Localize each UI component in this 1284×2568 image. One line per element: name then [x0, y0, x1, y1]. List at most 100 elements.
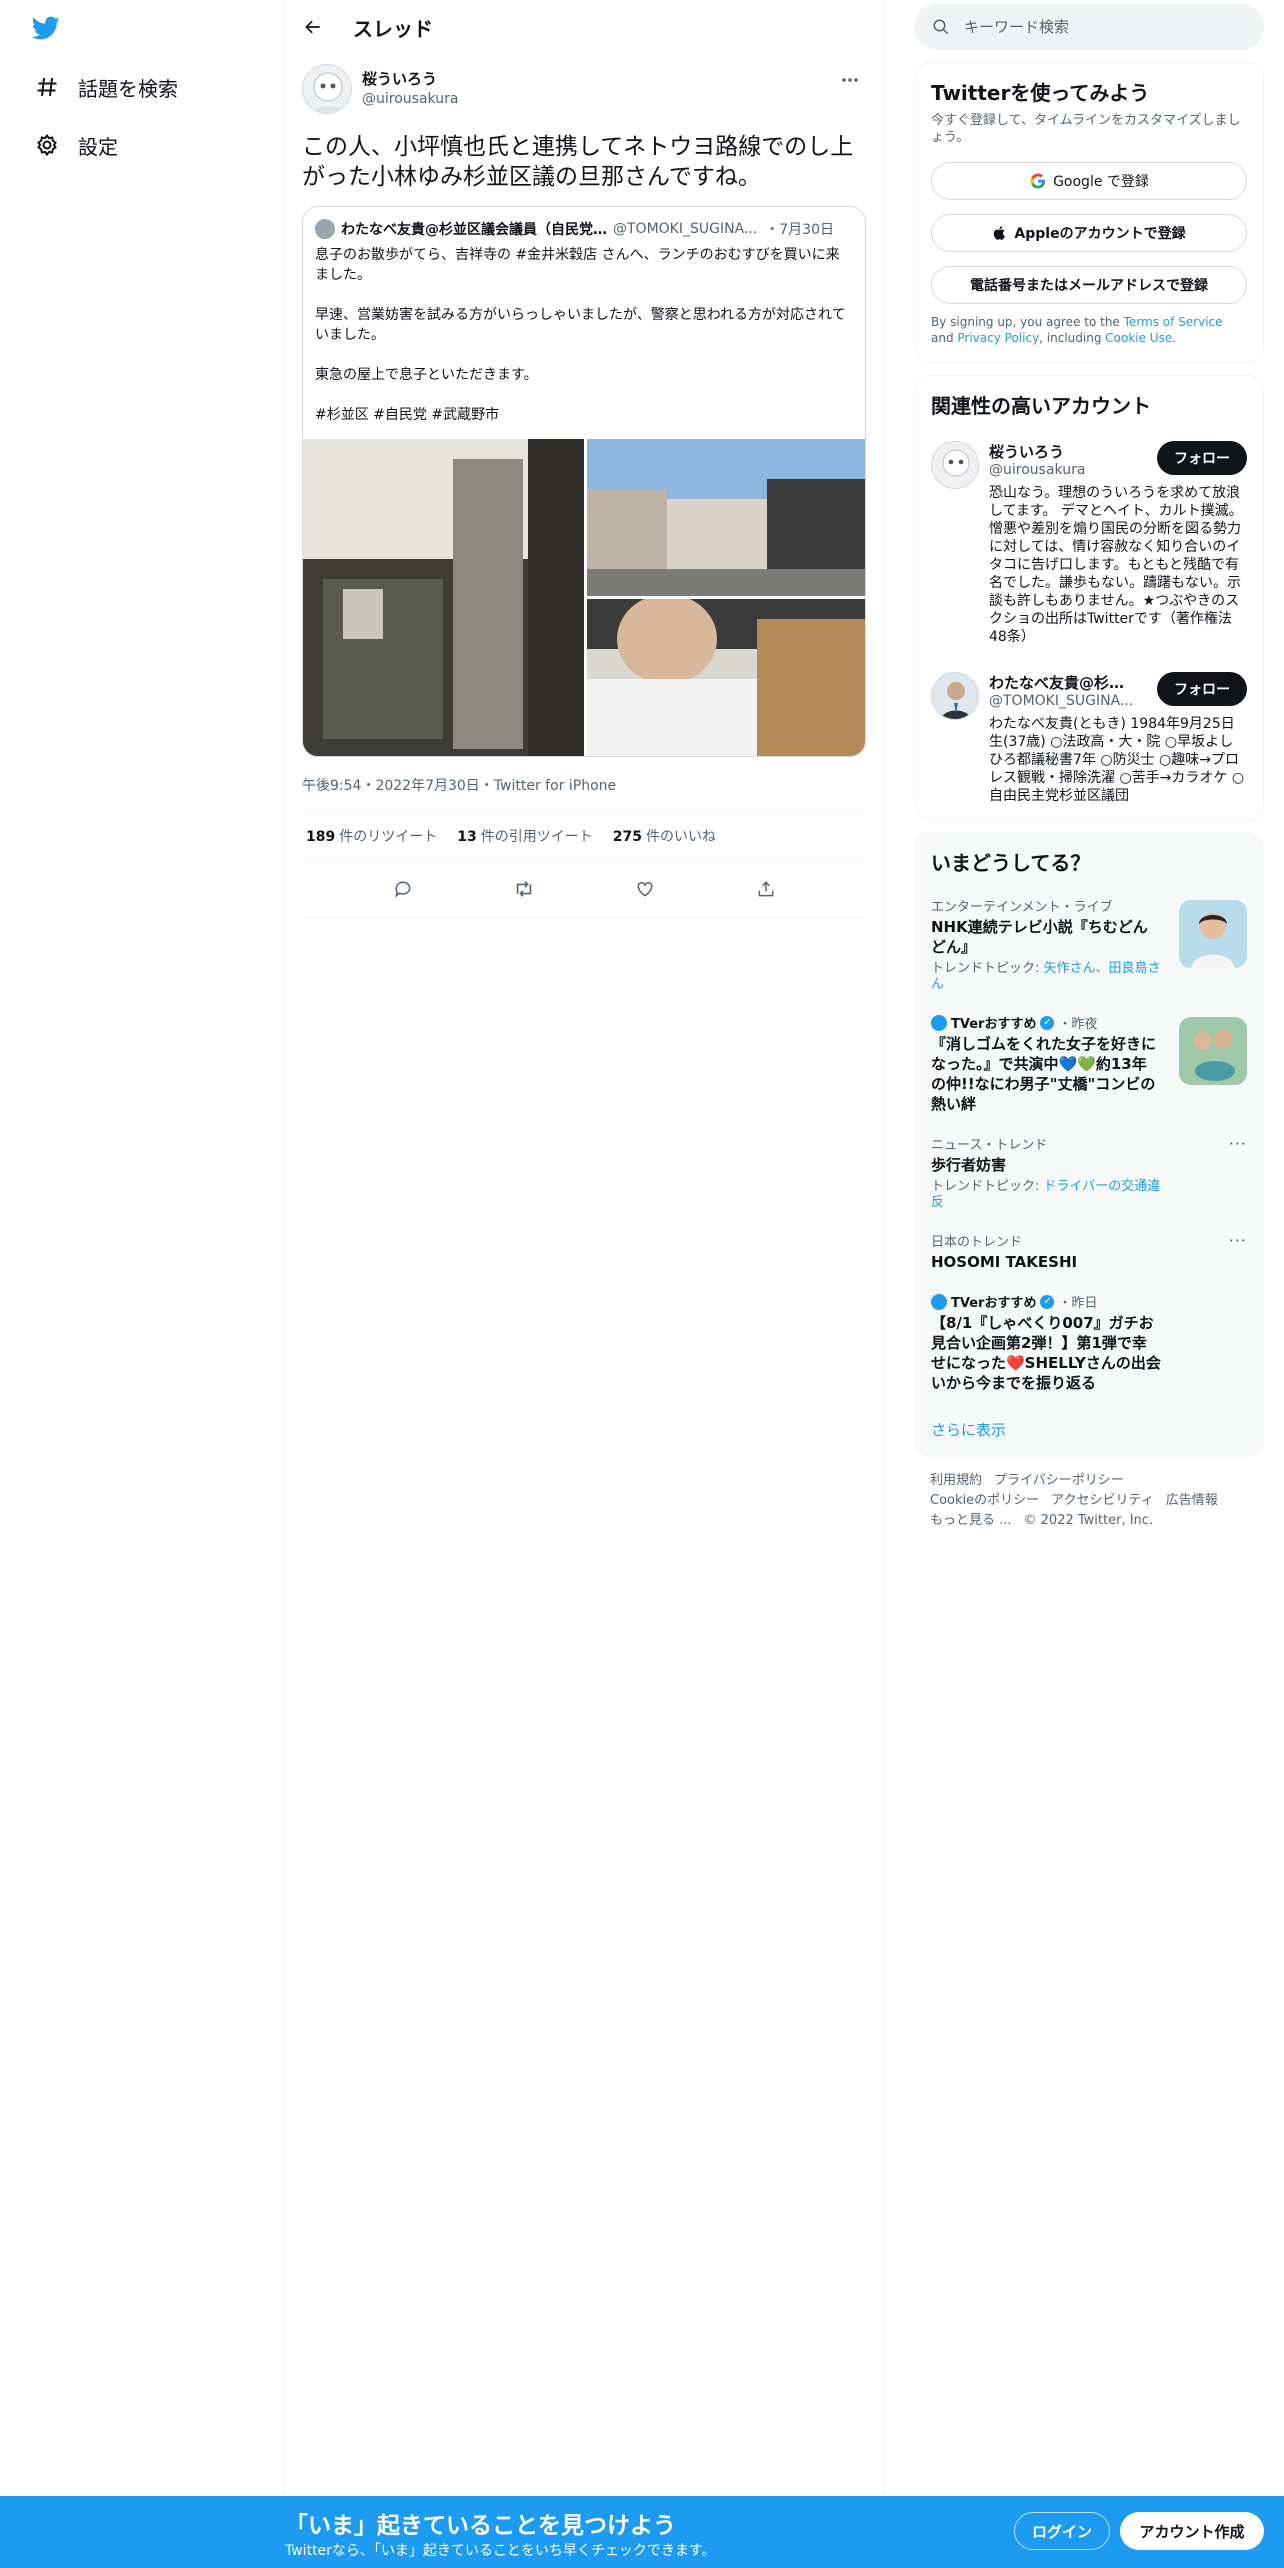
retweets-count[interactable]: 189 件のリツイート	[306, 826, 437, 846]
follow-button[interactable]: フォロー	[1157, 672, 1247, 706]
quote-author-name: わたなべ友貴@杉並区議会議員（自民党…	[341, 222, 607, 238]
reply-icon	[394, 881, 410, 898]
signup-terms: By signing up, you agree to the Terms of…	[915, 304, 1263, 362]
privacy-policy-link[interactable]: Privacy Policy	[957, 331, 1039, 345]
nav-settings[interactable]: 設定	[30, 121, 118, 169]
reply-button[interactable]	[383, 871, 423, 907]
nav-settings-label: 設定	[78, 134, 118, 159]
right-sidebar: Twitterを使ってみよう 今すぐ登録して、タイムラインをカスタマイズしましょ…	[914, 0, 1264, 1545]
quotes-count[interactable]: 13 件の引用ツイート	[457, 826, 592, 846]
apple-icon	[994, 226, 1006, 240]
login-button[interactable]: ログイン	[1014, 2512, 1110, 2550]
gear-icon	[30, 128, 64, 162]
trend-topic: トレンドトピック: ドライバーの交通違反	[931, 1179, 1161, 1211]
photo-street[interactable]	[587, 439, 865, 596]
google-signup-button[interactable]: Google で登録	[931, 162, 1247, 200]
tweet: 桜ういろう @uirousakura この人、小坪慎也氏と連携してネトウヨ路線で…	[285, 54, 883, 918]
verified-icon: ✓	[1040, 1015, 1055, 1030]
account-item[interactable]: 桜ういろう @uirousakura 恐山なう。理想のういろうを求めて放浪してま…	[915, 429, 1263, 646]
search-box[interactable]	[914, 4, 1264, 50]
google-icon	[1030, 173, 1046, 189]
account-bio: わたなべ友貴(ともき) 1984年9月25日生(37歳) ○法政高・大・院 ○早…	[989, 716, 1245, 804]
more-icon	[842, 78, 858, 82]
more-icon[interactable]: ···	[1229, 1134, 1247, 1153]
trends-title: いまどうしてる？	[931, 851, 1091, 875]
tver-logo-icon	[931, 1293, 947, 1310]
nav-explore[interactable]: 話題を検索	[30, 63, 178, 111]
trend-account-name: TVerおすすめ	[951, 1296, 1037, 1311]
footer-more-link[interactable]: もっと見る ...	[930, 1513, 1012, 1528]
quoted-tweet[interactable]: わたなべ友貴@杉並区議会議員（自民党… @TOMOKI_SUGINA... ・7…	[302, 206, 866, 757]
hashtag-icon	[30, 70, 64, 104]
search-input[interactable]	[964, 18, 1224, 36]
quote-paragraph: 早速、営業妨害を試みる方がいらっしゃいましたが、警察と思われる方が対応されていま…	[315, 307, 846, 343]
terms-text: By signing up, you agree to the	[931, 315, 1124, 329]
trend-topic-prefix: トレンドトピック:	[931, 1179, 1044, 1194]
twitter-logo-icon[interactable]	[30, 14, 66, 44]
trend-item[interactable]: エンターテインメント・ライブ NHK連続テレビ小説『ちむどんどん』 トレンドトピ…	[915, 886, 1263, 1003]
banner-title: 「いま」起きていることを見つけよう	[285, 2513, 676, 2539]
trend-thumbnail	[1179, 1017, 1247, 1085]
show-more-link[interactable]: さらに表示	[915, 1403, 1263, 1456]
page-title: スレッド	[353, 16, 433, 41]
trend-item[interactable]: ニュース・トレンド 歩行者妨害 トレンドトピック: ドライバーの交通違反 ···	[915, 1124, 1263, 1221]
phone-email-signup-button[interactable]: 電話番号またはメールアドレスで登録	[931, 266, 1247, 304]
account-bio: 恐山なう。理想のういろうを求めて放浪してます。 デマとヘイト、カルト撲滅。憎悪や…	[989, 485, 1243, 645]
apple-signup-label: Appleのアカウントで登録	[1014, 226, 1186, 242]
tweet-meta: 午後9:54・2022年7月30日・Twitter for iPhone	[302, 775, 866, 812]
footer-accessibility-link[interactable]: アクセシビリティ	[1051, 1493, 1154, 1508]
account-item[interactable]: わたなべ友貴@杉並... @TOMOKI_SUGINA... わたなべ友貴(とも…	[915, 660, 1263, 805]
author-name[interactable]: 桜ういろう	[362, 68, 458, 89]
back-button[interactable]	[295, 9, 331, 45]
trend-context: 日本のトレンド	[931, 1235, 1023, 1250]
account-name[interactable]: 桜ういろう	[989, 441, 1139, 462]
trend-account: TVerおすすめ ✓ ・昨日	[931, 1292, 1247, 1311]
header: スレッド	[285, 0, 883, 54]
share-button[interactable]	[746, 871, 786, 907]
quotes-label: 件の引用ツイート	[480, 829, 593, 845]
account-handle[interactable]: @uirousakura	[989, 462, 1139, 478]
quote-paragraph: 息子のお散歩がてら、吉祥寺の #金井米穀店 さんへ、ランチのおむすびを買いに来ま…	[315, 247, 840, 283]
likes-count[interactable]: 275 件のいいね	[613, 826, 716, 846]
avatar[interactable]	[302, 64, 352, 114]
follow-button[interactable]: フォロー	[1157, 441, 1247, 475]
author-handle[interactable]: @uirousakura	[362, 91, 458, 107]
photo-storefront[interactable]	[303, 439, 584, 756]
cookie-use-link[interactable]: Cookie Use	[1105, 331, 1172, 345]
terms-of-service-link[interactable]: Terms of Service	[1124, 315, 1223, 329]
phone-email-signup-label: 電話番号またはメールアドレスで登録	[970, 278, 1208, 294]
search-icon	[933, 19, 949, 35]
like-button[interactable]	[625, 871, 665, 907]
footer-cookie-link[interactable]: Cookieのポリシー	[930, 1493, 1039, 1508]
trend-topic: トレンドトピック: 矢作さん、田良島さん	[931, 961, 1161, 993]
footer-ads-link[interactable]: 広告情報	[1166, 1493, 1218, 1508]
trend-title: 歩行者妨害	[931, 1156, 1007, 1174]
more-icon[interactable]: ···	[1229, 1231, 1247, 1250]
photo-selfie[interactable]	[587, 599, 865, 756]
quote-photo-grid	[303, 439, 865, 756]
account-handle[interactable]: @TOMOKI_SUGINA...	[989, 693, 1139, 709]
trend-item[interactable]: TVerおすすめ ✓ ・昨日 【8/1『しゃべくり007』ガチお見合い企画第2弾！】…	[915, 1282, 1263, 1403]
quotes-number: 13	[457, 829, 477, 845]
apple-signup-button[interactable]: Appleのアカウントで登録	[931, 214, 1247, 252]
footer-terms-link[interactable]: 利用規約	[930, 1473, 982, 1488]
tweet-author: 桜ういろう @uirousakura	[302, 64, 866, 122]
likes-label: 件のいいね	[645, 829, 716, 845]
footer-privacy-link[interactable]: プライバシーポリシー	[994, 1473, 1124, 1488]
retweet-button[interactable]	[504, 871, 544, 907]
relevant-accounts-title: 関連性の高いアカウント	[931, 394, 1151, 418]
signup-card: Twitterを使ってみよう 今すぐ登録して、タイムラインをカスタマイズしましょ…	[914, 62, 1264, 363]
trend-time: ・昨夜	[1058, 1017, 1098, 1032]
avatar[interactable]	[931, 441, 979, 489]
quote-paragraph: 東急の屋上で息子といただきます。	[315, 367, 538, 383]
account-name[interactable]: わたなべ友貴@杉並...	[989, 672, 1139, 693]
trend-item[interactable]: TVerおすすめ ✓ ・昨夜 『消しゴムをくれた女子を好きになった。』で共演中💙💚約…	[915, 1003, 1263, 1124]
signup-banner: 「いま」起きていることを見つけよう Twitterなら、「いま」起きていることを…	[0, 2496, 1284, 2568]
more-options-button[interactable]	[836, 70, 864, 90]
create-account-button[interactable]: アカウント作成	[1120, 2512, 1264, 2550]
nav-explore-label: 話題を検索	[78, 76, 178, 101]
google-signup-label: Google で登録	[1053, 174, 1149, 190]
trend-context: ニュース・トレンド	[931, 1138, 1048, 1153]
trend-item[interactable]: 日本のトレンド HOSOMI TAKESHI ···	[915, 1221, 1263, 1282]
avatar[interactable]	[931, 672, 979, 720]
